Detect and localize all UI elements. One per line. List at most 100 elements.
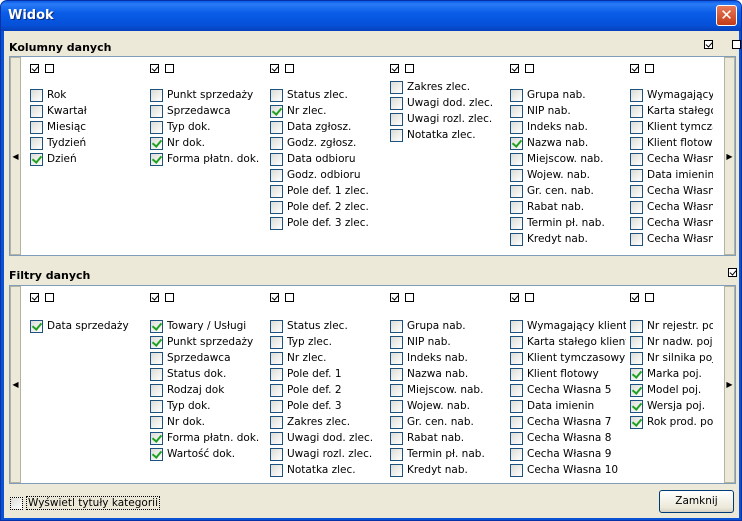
data-filter-option[interactable]: Nr nadw. poj.	[630, 334, 713, 350]
data-filter-option[interactable]: Rodzaj dok	[150, 382, 224, 398]
data-column-option-checkbox[interactable]	[270, 184, 283, 198]
data-column-option[interactable]: Tydzień	[30, 135, 86, 151]
data-column-option[interactable]: Sprzedawca	[150, 103, 231, 119]
data-filter-column-select-all-checkbox[interactable]	[630, 292, 639, 302]
data-column-option[interactable]: Termin pł. nab.	[510, 215, 605, 231]
data-filter-option-checkbox[interactable]	[630, 383, 643, 397]
data-column-option[interactable]: Cecha Własna	[630, 199, 713, 215]
filters-scroll-left-button[interactable]: ◀	[10, 286, 21, 483]
data-filter-option[interactable]: Rabat nab.	[390, 430, 464, 446]
data-filter-option[interactable]: Towary / Usługi	[150, 318, 246, 334]
data-filter-option-checkbox[interactable]	[390, 319, 403, 333]
data-column-option-checkbox[interactable]	[390, 112, 403, 126]
data-column-option-checkbox[interactable]	[30, 136, 43, 150]
data-column-option[interactable]: Forma płatn. dok.	[150, 151, 259, 167]
columns-scroll-right-button[interactable]: ▶	[724, 57, 735, 255]
data-filter-option-checkbox[interactable]	[150, 367, 163, 381]
data-filter-option-checkbox[interactable]	[630, 399, 643, 413]
data-filter-option[interactable]: Status zlec.	[270, 318, 348, 334]
data-column-option-checkbox[interactable]	[510, 136, 523, 150]
data-column-option-checkbox[interactable]	[630, 136, 643, 150]
data-filter-option[interactable]: Notatka zlec.	[270, 462, 356, 477]
data-column-option-checkbox[interactable]	[510, 200, 523, 214]
data-column-option-checkbox[interactable]	[630, 216, 643, 230]
close-window-button[interactable]: ✕	[716, 5, 737, 26]
data-column-option-checkbox[interactable]	[510, 184, 523, 198]
title-bar[interactable]: Widok ✕	[1, 1, 741, 31]
data-filter-option[interactable]: Cecha Własna 5	[510, 382, 611, 398]
data-column-option[interactable]: Wymagający kli	[630, 87, 713, 103]
data-filter-option[interactable]: Nr silnika poj.	[630, 350, 713, 366]
data-filter-option[interactable]: Nr zlec.	[270, 350, 327, 366]
data-filter-column-deselect-all-checkbox[interactable]	[525, 292, 534, 302]
data-column-column-deselect-all-checkbox[interactable]	[165, 63, 174, 73]
data-column-option-checkbox[interactable]	[630, 168, 643, 182]
data-column-option[interactable]: Zakres zlec.	[390, 79, 470, 95]
data-column-option[interactable]: Indeks nab.	[510, 119, 588, 135]
data-filter-option[interactable]: Miejscow. nab.	[390, 382, 483, 398]
data-column-option-checkbox[interactable]	[270, 104, 283, 118]
data-filter-option[interactable]: Model poj.	[630, 382, 701, 398]
data-column-option-checkbox[interactable]	[510, 232, 523, 246]
data-column-column-deselect-all-checkbox[interactable]	[525, 63, 534, 73]
filters-select-all-checkbox[interactable]	[728, 267, 738, 277]
data-filter-column-deselect-all-checkbox[interactable]	[285, 292, 294, 302]
data-column-option-checkbox[interactable]	[510, 216, 523, 230]
data-filter-option[interactable]: Punkt sprzedaży	[150, 334, 253, 350]
data-column-column-select-all-checkbox[interactable]	[390, 63, 399, 73]
data-filter-option[interactable]: Indeks nab.	[390, 350, 468, 366]
data-column-option-checkbox[interactable]	[270, 200, 283, 214]
data-column-option-checkbox[interactable]	[270, 136, 283, 150]
data-column-option[interactable]: Rabat nab.	[510, 199, 584, 215]
data-filter-option-checkbox[interactable]	[390, 431, 403, 445]
data-filter-option[interactable]: Nr dok.	[150, 414, 205, 430]
data-filter-option-checkbox[interactable]	[510, 415, 523, 429]
data-filter-column-select-all-checkbox[interactable]	[270, 292, 279, 302]
data-filter-option-checkbox[interactable]	[270, 319, 283, 333]
data-filter-option[interactable]: Sprzedawca	[150, 350, 231, 366]
data-column-option[interactable]: Klient tymczaso	[630, 119, 713, 135]
data-column-option-checkbox[interactable]	[630, 184, 643, 198]
data-column-column-deselect-all-checkbox[interactable]	[285, 63, 294, 73]
data-filter-option[interactable]: Marka poj.	[630, 366, 702, 382]
data-filter-option-checkbox[interactable]	[30, 319, 43, 333]
data-filter-option[interactable]: Wymagający klient	[510, 318, 626, 334]
data-column-option[interactable]: Uwagi dod. zlec.	[390, 95, 493, 111]
data-column-option-checkbox[interactable]	[30, 104, 43, 118]
data-column-column-select-all-checkbox[interactable]	[630, 63, 639, 73]
data-filter-option-checkbox[interactable]	[150, 399, 163, 413]
data-column-option[interactable]: Uwagi rozl. zlec.	[390, 111, 492, 127]
data-filter-option[interactable]: Cecha Własna 10	[510, 462, 618, 477]
data-filter-option-checkbox[interactable]	[270, 383, 283, 397]
data-filter-option[interactable]: Cecha Własna 7	[510, 414, 611, 430]
data-filter-option[interactable]: Forma płatn. dok.	[150, 430, 259, 446]
show-category-titles-checkbox[interactable]	[10, 496, 23, 510]
data-filter-option-checkbox[interactable]	[150, 383, 163, 397]
data-filter-option[interactable]: Grupa nab.	[390, 318, 466, 334]
data-filter-column-select-all-checkbox[interactable]	[510, 292, 519, 302]
data-filter-option-checkbox[interactable]	[150, 431, 163, 445]
data-filter-option-checkbox[interactable]	[510, 367, 523, 381]
data-column-option[interactable]: Karta stałego kl	[630, 103, 713, 119]
data-filter-column-deselect-all-checkbox[interactable]	[165, 292, 174, 302]
data-filter-option-checkbox[interactable]	[630, 415, 643, 429]
data-column-option[interactable]: Nazwa nab.	[510, 135, 588, 151]
data-filter-option-checkbox[interactable]	[390, 351, 403, 365]
data-column-column-select-all-checkbox[interactable]	[150, 63, 159, 73]
data-filter-option[interactable]: Uwagi dod. zlec.	[270, 430, 373, 446]
data-column-column-select-all-checkbox[interactable]	[270, 63, 279, 73]
data-column-option[interactable]: Data zgłosz.	[270, 119, 351, 135]
data-filter-option-checkbox[interactable]	[510, 383, 523, 397]
data-filter-option-checkbox[interactable]	[630, 319, 643, 333]
data-filter-column-select-all-checkbox[interactable]	[30, 292, 39, 302]
data-filter-option-checkbox[interactable]	[270, 463, 283, 477]
data-column-column-deselect-all-checkbox[interactable]	[405, 63, 414, 73]
data-filter-column-deselect-all-checkbox[interactable]	[45, 292, 54, 302]
data-column-option-checkbox[interactable]	[390, 80, 403, 94]
data-column-option-checkbox[interactable]	[510, 104, 523, 118]
columns-select-all-checkbox[interactable]	[704, 39, 713, 49]
data-column-column-deselect-all-checkbox[interactable]	[45, 63, 54, 73]
data-column-option-checkbox[interactable]	[270, 216, 283, 230]
data-filter-option-checkbox[interactable]	[510, 319, 523, 333]
data-filter-option[interactable]: Wersja poj.	[630, 398, 705, 414]
